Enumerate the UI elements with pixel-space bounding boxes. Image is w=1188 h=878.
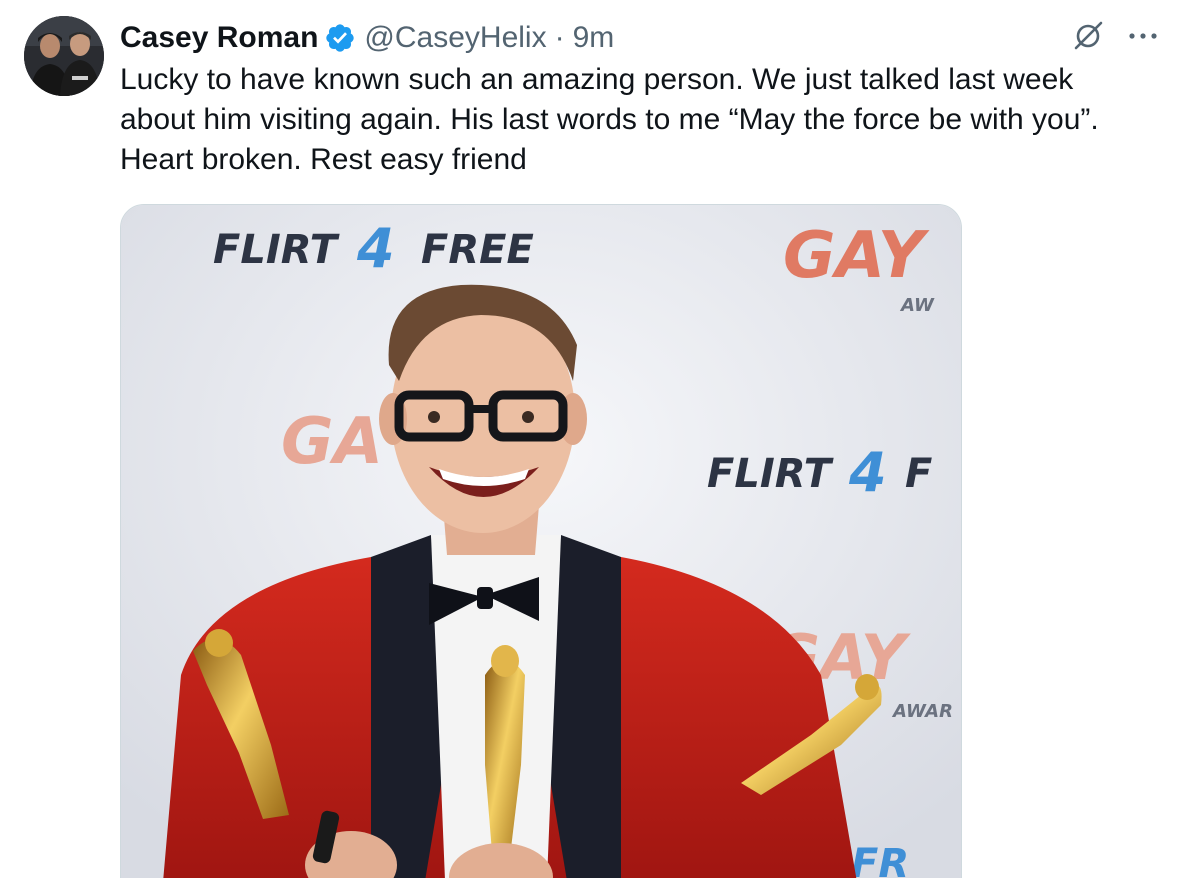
backdrop-logo-flirt4free: FLIRT 4 FREE bbox=[213, 217, 534, 280]
grok-icon[interactable] bbox=[1070, 18, 1106, 54]
tweet-text-line: Heart broken. Rest easy friend bbox=[120, 143, 527, 176]
tweet-header: Casey Roman @CaseyHelix · 9m bbox=[120, 18, 614, 58]
tweet-text: Lucky to have known such an amazing pers… bbox=[120, 60, 1160, 180]
backdrop-text: FR bbox=[851, 841, 909, 878]
backdrop-text: 4 bbox=[848, 441, 887, 504]
author-handle[interactable]: @CaseyHelix bbox=[364, 21, 546, 55]
backdrop-logo-bottom: FR bbox=[851, 841, 909, 878]
tweet[interactable]: Casey Roman @CaseyHelix · 9m Lucky to ha… bbox=[0, 0, 1188, 878]
backdrop-text: FLIRT bbox=[707, 451, 834, 497]
backdrop-logo-gay-mid: GA bbox=[281, 405, 383, 479]
avatar[interactable] bbox=[24, 16, 104, 96]
separator-dot: · bbox=[554, 21, 565, 54]
more-options-icon[interactable] bbox=[1128, 31, 1158, 41]
backdrop-text: FREE bbox=[421, 227, 534, 273]
backdrop-text: F bbox=[905, 451, 932, 497]
verified-badge-icon[interactable] bbox=[324, 22, 356, 54]
tweet-media-photo[interactable]: FLIRT 4 FREE GAY AW GA FLIRT 4 F GAY AWA… bbox=[120, 204, 962, 878]
backdrop-text: GAY bbox=[783, 219, 930, 293]
timestamp[interactable]: 9m bbox=[573, 21, 615, 55]
tweet-text-line: about him visiting again. His last words… bbox=[120, 103, 1099, 136]
backdrop-text: 4 bbox=[356, 217, 395, 280]
backdrop-text: AW bbox=[899, 295, 935, 316]
backdrop-text: AWAR bbox=[891, 701, 953, 722]
tweet-actions-top bbox=[1070, 18, 1158, 54]
backdrop-text: FLIRT bbox=[213, 227, 340, 273]
display-name[interactable]: Casey Roman bbox=[120, 21, 318, 55]
backdrop-text: GA bbox=[281, 405, 383, 479]
tweet-text-line: Lucky to have known such an amazing pers… bbox=[120, 63, 1074, 96]
